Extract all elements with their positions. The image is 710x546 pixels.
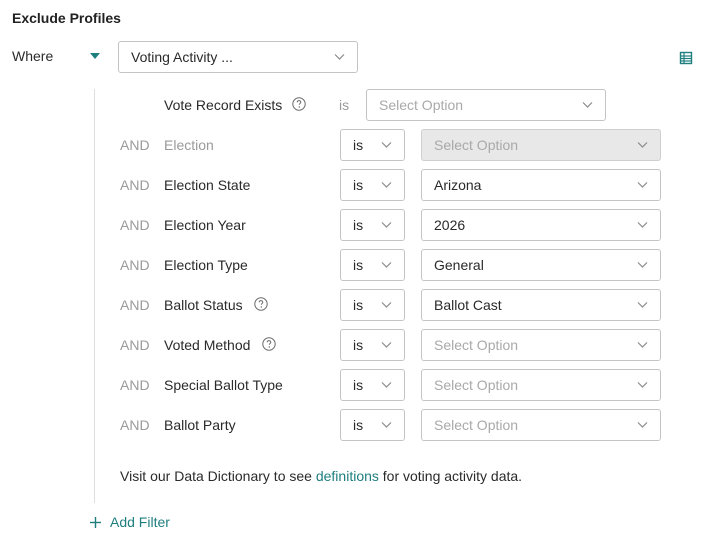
- operator-value: is: [353, 217, 364, 233]
- note-text-before: Visit our Data Dictionary to see: [120, 468, 316, 484]
- operator-value: is: [353, 297, 364, 313]
- and-conjunction: AND: [120, 417, 150, 433]
- select-placeholder: Select Option: [434, 417, 519, 433]
- and-conjunction: AND: [120, 257, 150, 273]
- and-conjunction: AND: [120, 297, 150, 313]
- operator-value: is: [353, 177, 364, 193]
- voted-method-operator-select[interactable]: is: [340, 329, 405, 361]
- chevron-down-icon: [381, 341, 392, 349]
- and-conjunction: AND: [120, 377, 150, 393]
- plus-icon: [90, 516, 101, 528]
- selected-value: 2026: [434, 217, 466, 233]
- collapse-caret-icon[interactable]: [89, 52, 101, 60]
- add-filter-label: Add Filter: [110, 514, 170, 530]
- chevron-down-icon: [381, 181, 392, 189]
- filter-type-select[interactable]: Voting Activity ...: [118, 41, 358, 73]
- chevron-down-icon: [381, 421, 392, 429]
- add-filter-button[interactable]: Add Filter: [89, 514, 170, 530]
- chevron-down-icon: [637, 341, 648, 349]
- ballot-status-value-select[interactable]: Ballot Cast: [421, 289, 661, 321]
- help-icon[interactable]: [292, 97, 306, 111]
- ballot-party-label: Ballot Party: [164, 417, 236, 433]
- select-placeholder: Select Option: [434, 137, 519, 153]
- special-ballot-type-value-select[interactable]: Select Option: [421, 369, 661, 401]
- operator-text: is: [339, 97, 350, 113]
- and-conjunction: AND: [120, 337, 150, 353]
- selected-value: General: [434, 257, 484, 273]
- chevron-down-icon: [637, 221, 648, 229]
- election-state-operator-select[interactable]: is: [340, 169, 405, 201]
- section-title: Exclude Profiles: [12, 10, 121, 26]
- election-label: Election: [164, 137, 214, 153]
- vote-record-exists-select[interactable]: Select Option: [366, 89, 606, 121]
- help-icon[interactable]: [254, 297, 268, 311]
- and-conjunction: AND: [120, 217, 150, 233]
- special-ballot-type-label: Special Ballot Type: [164, 377, 283, 393]
- chevron-down-icon: [381, 261, 392, 269]
- election-year-operator-select[interactable]: is: [340, 209, 405, 241]
- operator-value: is: [353, 377, 364, 393]
- definitions-link[interactable]: definitions: [316, 468, 379, 484]
- chevron-down-icon: [582, 101, 593, 109]
- data-dictionary-note: Visit our Data Dictionary to see definit…: [120, 467, 522, 485]
- election-operator-select[interactable]: is: [340, 129, 405, 161]
- chevron-down-icon: [381, 381, 392, 389]
- operator-value: is: [353, 257, 364, 273]
- chevron-down-icon: [637, 381, 648, 389]
- spreadsheet-icon[interactable]: [679, 51, 693, 65]
- election-type-value-select[interactable]: General: [421, 249, 661, 281]
- ballot-party-operator-select[interactable]: is: [340, 409, 405, 441]
- election-year-value-select[interactable]: 2026: [421, 209, 661, 241]
- election-value-select: Select Option: [421, 129, 661, 161]
- ballot-party-value-select[interactable]: Select Option: [421, 409, 661, 441]
- group-divider-line: [94, 89, 95, 503]
- special-ballot-type-operator-select[interactable]: is: [340, 369, 405, 401]
- chevron-down-icon: [637, 181, 648, 189]
- and-conjunction: AND: [120, 137, 150, 153]
- select-placeholder: Select Option: [434, 377, 519, 393]
- voted-method-value-select[interactable]: Select Option: [421, 329, 661, 361]
- election-year-label: Election Year: [164, 217, 246, 233]
- selected-value: Arizona: [434, 177, 482, 193]
- filter-type-value: Voting Activity ...: [131, 49, 233, 65]
- operator-value: is: [353, 137, 364, 153]
- chevron-down-icon: [381, 221, 392, 229]
- select-placeholder: Select Option: [379, 97, 464, 113]
- vote-record-exists-label: Vote Record Exists: [164, 97, 283, 113]
- chevron-down-icon: [381, 141, 392, 149]
- ballot-status-label: Ballot Status: [164, 297, 243, 313]
- selected-value: Ballot Cast: [434, 297, 502, 313]
- election-type-operator-select[interactable]: is: [340, 249, 405, 281]
- chevron-down-icon: [637, 261, 648, 269]
- election-type-label: Election Type: [164, 257, 248, 273]
- ballot-status-operator-select[interactable]: is: [340, 289, 405, 321]
- chevron-down-icon: [637, 141, 648, 149]
- operator-value: is: [353, 417, 364, 433]
- election-state-value-select[interactable]: Arizona: [421, 169, 661, 201]
- help-icon[interactable]: [262, 337, 276, 351]
- chevron-down-icon: [381, 301, 392, 309]
- operator-value: is: [353, 337, 364, 353]
- chevron-down-icon: [334, 53, 345, 61]
- election-state-label: Election State: [164, 177, 251, 193]
- voted-method-label: Voted Method: [164, 337, 251, 353]
- and-conjunction: AND: [120, 177, 150, 193]
- chevron-down-icon: [637, 421, 648, 429]
- where-label: Where: [12, 48, 54, 64]
- select-placeholder: Select Option: [434, 337, 519, 353]
- note-text-after: for voting activity data.: [378, 468, 523, 484]
- chevron-down-icon: [637, 301, 648, 309]
